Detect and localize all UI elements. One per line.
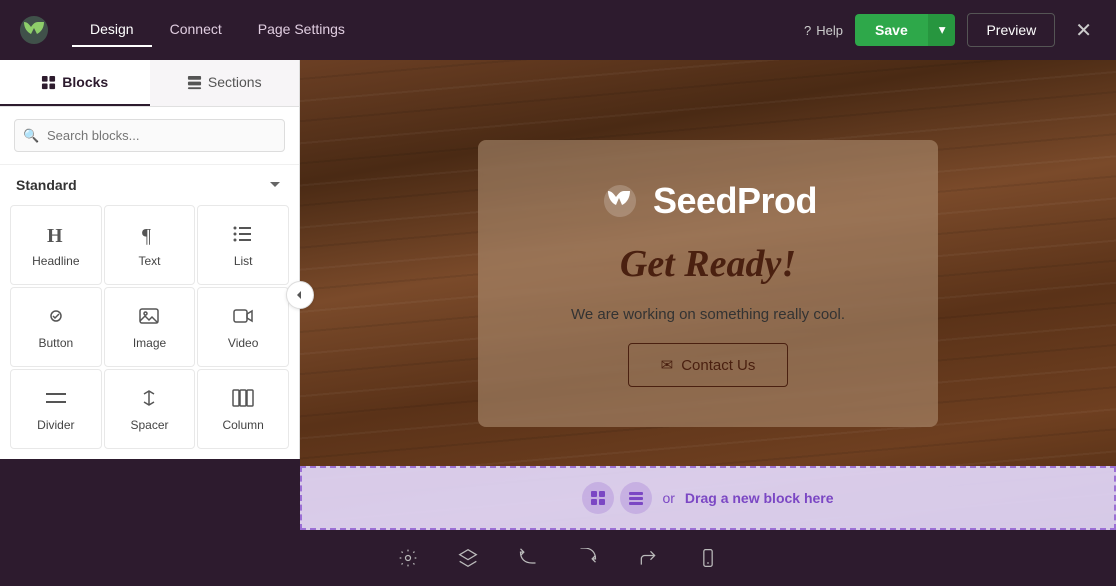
tab-blocks-label: Blocks bbox=[62, 74, 108, 90]
drop-zone[interactable]: or Drag a new block here bbox=[300, 466, 1116, 530]
settings-toolbar-button[interactable] bbox=[390, 540, 426, 576]
contact-us-button[interactable]: ✉ Contact Us bbox=[628, 343, 789, 387]
layers-toolbar-button[interactable] bbox=[450, 540, 486, 576]
redo-toolbar-button[interactable] bbox=[630, 540, 666, 576]
save-button[interactable]: Save bbox=[855, 14, 928, 46]
topbar: Design Connect Page Settings ? Help Save… bbox=[0, 0, 1116, 60]
panel-tabs: Blocks Sections bbox=[0, 60, 299, 107]
block-list-label: List bbox=[234, 254, 253, 268]
block-button[interactable]: Button bbox=[10, 287, 102, 367]
bottom-toolbar bbox=[0, 530, 1116, 586]
canvas-background: SeedProd Get Ready! We are working on so… bbox=[300, 60, 1116, 530]
rows-drop-icon bbox=[620, 482, 652, 514]
blocks-section-header: Standard bbox=[0, 165, 299, 201]
block-spacer-label: Spacer bbox=[130, 418, 168, 432]
close-button[interactable]: ✕ bbox=[1067, 14, 1100, 47]
block-video[interactable]: Video bbox=[197, 287, 289, 367]
drop-zone-icons bbox=[582, 482, 652, 514]
block-headline-label: Headline bbox=[32, 254, 79, 268]
block-image[interactable]: Image bbox=[104, 287, 196, 367]
history-toolbar-button[interactable] bbox=[570, 540, 606, 576]
save-group: Save ▾ bbox=[855, 14, 955, 46]
block-spacer[interactable]: Spacer bbox=[104, 369, 196, 449]
block-column[interactable]: Column bbox=[197, 369, 289, 449]
block-headline[interactable]: H Headline bbox=[10, 205, 102, 285]
tab-sections-label: Sections bbox=[208, 74, 262, 90]
contact-us-label: Contact Us bbox=[681, 357, 755, 374]
block-video-label: Video bbox=[228, 336, 258, 350]
svg-text:H: H bbox=[47, 225, 63, 246]
block-list[interactable]: List bbox=[197, 205, 289, 285]
undo-toolbar-button[interactable] bbox=[510, 540, 546, 576]
card-tagline: Get Ready! bbox=[620, 242, 796, 286]
block-button-label: Button bbox=[38, 336, 73, 350]
block-text-label: Text bbox=[138, 254, 160, 268]
drop-or-text: or bbox=[662, 490, 674, 506]
block-divider-label: Divider bbox=[37, 418, 74, 432]
block-column-label: Column bbox=[222, 418, 263, 432]
mobile-view-button[interactable] bbox=[690, 540, 726, 576]
tab-blocks[interactable]: Blocks bbox=[0, 60, 150, 106]
seedprod-logo-icon bbox=[599, 180, 641, 222]
preview-button[interactable]: Preview bbox=[967, 13, 1055, 47]
blocks-section-title: Standard bbox=[16, 177, 77, 193]
panel-collapse-button[interactable] bbox=[286, 281, 314, 309]
seedprod-logo-text: SeedProd bbox=[653, 180, 817, 222]
drag-block-link[interactable]: Drag a new block here bbox=[685, 490, 834, 506]
canvas-area: SeedProd Get Ready! We are working on so… bbox=[300, 60, 1116, 530]
save-dropdown-button[interactable]: ▾ bbox=[928, 14, 956, 46]
main-card: SeedProd Get Ready! We are working on so… bbox=[478, 140, 938, 427]
block-text[interactable]: ¶ Text bbox=[104, 205, 196, 285]
grid-drop-icon bbox=[582, 482, 614, 514]
left-panel: Blocks Sections 🔍 Standard bbox=[0, 60, 300, 459]
main-area: Blocks Sections 🔍 Standard bbox=[0, 60, 1116, 530]
search-icon: 🔍 bbox=[23, 128, 39, 144]
chevron-down-icon[interactable] bbox=[267, 177, 283, 193]
nav-design[interactable]: Design bbox=[72, 13, 152, 47]
help-icon: ? bbox=[804, 23, 811, 38]
card-subtitle: We are working on something really cool. bbox=[571, 306, 845, 323]
tab-sections[interactable]: Sections bbox=[150, 60, 300, 106]
help-button[interactable]: ? Help bbox=[804, 23, 843, 38]
topbar-nav: Design Connect Page Settings bbox=[72, 13, 363, 47]
card-logo: SeedProd bbox=[599, 180, 817, 222]
block-image-label: Image bbox=[133, 336, 166, 350]
left-panel-wrap: Blocks Sections 🔍 Standard bbox=[0, 60, 300, 530]
chevron-down-icon: ▾ bbox=[939, 22, 946, 37]
search-input[interactable] bbox=[14, 119, 285, 152]
block-divider[interactable]: Divider bbox=[10, 369, 102, 449]
svg-text:¶: ¶ bbox=[142, 225, 151, 246]
search-bar: 🔍 bbox=[0, 107, 299, 165]
envelope-icon: ✉ bbox=[661, 356, 674, 374]
blocks-grid: H Headline ¶ Text List bbox=[0, 201, 299, 459]
topbar-right: ? Help Save ▾ Preview ✕ bbox=[804, 13, 1100, 47]
nav-page-settings[interactable]: Page Settings bbox=[240, 13, 363, 47]
nav-connect[interactable]: Connect bbox=[152, 13, 240, 47]
app-logo[interactable] bbox=[16, 12, 52, 48]
